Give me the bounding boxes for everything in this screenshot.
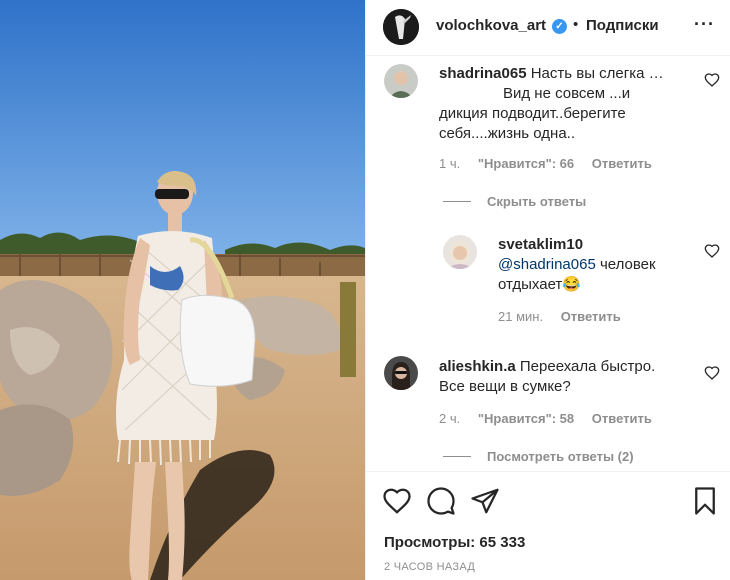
hide-replies-button[interactable]: Скрыть ответы [487,194,586,209]
post-photo[interactable] [0,0,365,580]
comment-text-line: отдыхает😂 [498,276,581,293]
commenter-avatar[interactable] [443,235,477,269]
share-icon[interactable] [470,486,500,516]
separator-dot: • [573,16,579,33]
comment-text-line: дикция подводит..берегите [439,105,626,122]
heart-icon[interactable] [704,72,720,88]
comment-time[interactable]: 1 ч. [439,156,460,171]
comment-time[interactable]: 2 ч. [439,411,460,426]
post-actions: Просмотры: 65 333 2 ЧАСОВ НАЗАД [366,471,730,580]
reply-button[interactable]: Ответить [592,411,652,426]
comment-likes[interactable]: "Нравится": 58 [478,411,574,426]
views-count[interactable]: Просмотры: 65 333 [384,534,525,551]
view-replies-button[interactable]: Посмотреть ответы (2) [487,449,634,464]
reply-button[interactable]: Ответить [561,309,621,324]
reply-button[interactable]: Ответить [592,156,652,171]
author-avatar[interactable] [383,9,419,45]
comment-likes[interactable]: "Нравится": 66 [478,156,574,171]
commenter-avatar[interactable] [384,64,418,98]
commenter-avatar[interactable] [384,356,418,390]
comments-list[interactable]: shadrina065 Насть вы слегка … Вид не сов… [366,56,730,471]
save-icon[interactable] [690,486,720,516]
beach-photo [0,0,365,580]
following-button[interactable]: Подписки [586,17,659,34]
replies-divider [443,201,471,202]
post-panel: volochkova_art ✓ • Подписки ··· shadrina… [365,0,730,580]
heart-icon[interactable] [704,365,720,381]
comment-text-line: Вид не совсем ...и [503,85,631,102]
comment-username[interactable]: shadrina065 [439,65,527,82]
post-header: volochkova_art ✓ • Подписки ··· [366,0,730,56]
mention-link[interactable]: @shadrina065 [498,256,596,273]
comment-username[interactable]: svetaklim10 [498,235,583,255]
author-username[interactable]: volochkova_art [436,17,546,34]
comment-time[interactable]: 21 мин. [498,309,543,324]
verified-badge-icon: ✓ [552,19,567,34]
comment-username[interactable]: alieshkin.a [439,358,516,375]
more-icon[interactable]: ··· [694,14,715,35]
comment-text-line: Переехала быстро. [519,358,656,375]
comment-text-line: Все вещи в сумке? [439,378,571,395]
comment-icon[interactable] [426,486,456,516]
like-icon[interactable] [382,486,412,516]
heart-icon[interactable] [704,243,720,259]
post-timestamp[interactable]: 2 ЧАСОВ НАЗАД [384,561,475,573]
comment-text-line: человек [595,256,656,273]
replies-divider [443,456,471,457]
comment-text-line: себя....жизнь одна.. [439,125,576,142]
comment-text-line: Насть вы слегка … [530,65,664,82]
